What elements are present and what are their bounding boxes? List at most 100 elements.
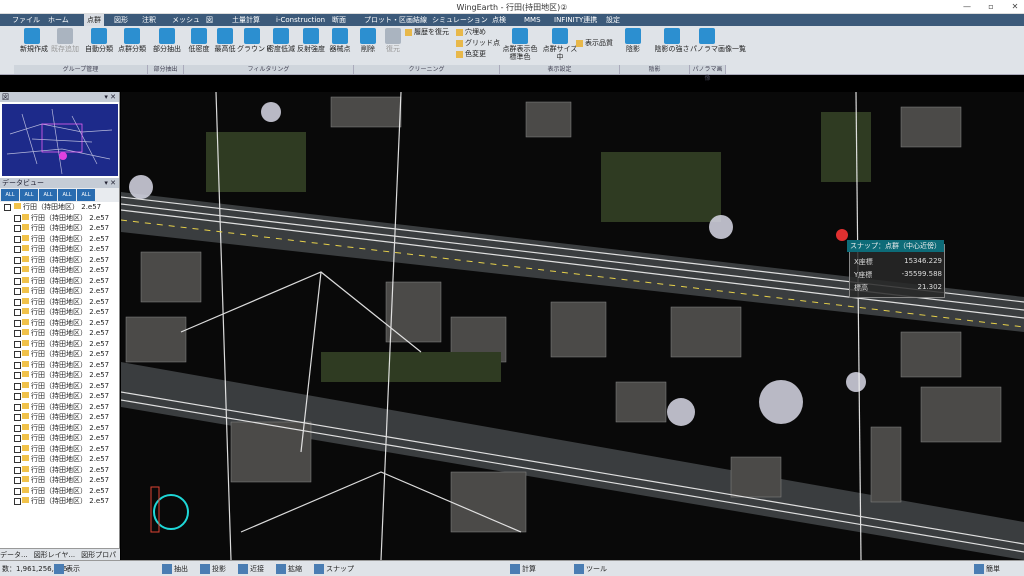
status-item[interactable]: 簡単 [986, 563, 1000, 575]
status-item[interactable]: 抽出 [174, 563, 188, 575]
toolbar-all-button[interactable]: ALL [1, 189, 19, 201]
ribbon-small-button[interactable]: 表示品質 [576, 39, 613, 48]
checkbox[interactable] [14, 309, 21, 316]
tree-item[interactable]: 行田（持田地区） 2.e57 [0, 234, 119, 245]
checkbox[interactable] [14, 288, 21, 295]
tree-item[interactable]: 行田（持田地区） 2.e57 [0, 349, 119, 360]
tree-item[interactable]: 行田（持田地区） 2.e57 [0, 391, 119, 402]
checkbox[interactable] [14, 214, 21, 222]
status-item[interactable]: 計算 [522, 563, 536, 575]
checkbox[interactable] [14, 277, 21, 285]
panel-pin-icon[interactable]: ▾ ✕ [104, 92, 116, 102]
menu-item[interactable]: i-Construction [276, 14, 325, 26]
checkbox[interactable] [14, 235, 21, 243]
menu-item[interactable]: 図形 [114, 14, 128, 26]
menu-item[interactable]: シミュレーション [432, 14, 488, 26]
menu-item[interactable]: プロット・区画結線 [364, 14, 427, 26]
tree-item[interactable]: 行田（持田地区） 2.e57 [0, 255, 119, 266]
panel-pin-icon[interactable]: ▾ ✕ [104, 178, 116, 188]
checkbox[interactable] [14, 445, 21, 453]
tree-item[interactable]: 行田（持田地区） 2.e57 [0, 265, 119, 276]
menu-item[interactable]: 図 [206, 14, 213, 26]
ribbon-button[interactable]: グラウンド [237, 28, 272, 53]
status-item[interactable]: スナップ [326, 563, 354, 575]
ribbon-small-button[interactable]: 履歴を復元 [405, 28, 449, 37]
ribbon-button[interactable]: 新規作成 [20, 28, 48, 53]
ribbon-small-button[interactable]: グリッド点 [456, 39, 500, 48]
status-icon[interactable] [200, 564, 210, 574]
panel-tab[interactable]: 図形レイヤ... [34, 551, 75, 559]
ribbon-button[interactable]: 点群表示色 標準色 [500, 28, 540, 61]
menu-item[interactable]: 点群 [84, 14, 104, 26]
tree-item[interactable]: 行田（持田地区） 2.e57 [0, 360, 119, 371]
status-icon[interactable] [238, 564, 248, 574]
checkbox[interactable] [14, 330, 21, 337]
status-icon[interactable] [974, 564, 984, 574]
checkbox[interactable] [14, 487, 21, 495]
tree-item[interactable]: 行田（持田地区） 2.e57 [0, 465, 119, 476]
tree-item[interactable]: 行田（持田地区） 2.e57 [0, 244, 119, 255]
ribbon-button[interactable]: 復元 [381, 28, 405, 53]
status-icon[interactable] [54, 564, 64, 574]
menu-item[interactable]: 設定 [606, 14, 620, 26]
ribbon-button[interactable]: パノラマ画像一覧 [690, 28, 746, 53]
toolbar-all-button[interactable]: ALL [58, 189, 76, 201]
tree-item[interactable]: 行田（持田地区） 2.e57 [0, 213, 119, 224]
status-icon[interactable] [574, 564, 584, 574]
checkbox[interactable] [14, 414, 21, 421]
checkbox[interactable] [14, 403, 21, 411]
checkbox[interactable] [14, 393, 21, 400]
ribbon-button[interactable]: 自動分類 [84, 28, 114, 53]
checkbox[interactable] [14, 424, 21, 432]
pointcloud-viewport[interactable]: スナップ：点群（中心近傍） X座標 15346.229 Y座標 -35599.588… [121, 92, 1024, 560]
ribbon-button[interactable]: 削除 [356, 28, 380, 53]
tree-item[interactable]: 行田（持田地区） 2.e57 [0, 339, 119, 350]
tree-item[interactable]: 行田（持田地区） 2.e57 [0, 402, 119, 413]
ribbon-button[interactable]: 点群サイズ中 [541, 28, 579, 61]
ribbon-button[interactable]: 陰影の強さ [652, 28, 692, 53]
status-icon[interactable] [276, 564, 286, 574]
menu-item[interactable]: 断面 [332, 14, 346, 26]
checkbox[interactable] [4, 204, 11, 211]
checkbox[interactable] [14, 351, 21, 358]
checkbox[interactable] [14, 298, 21, 306]
tree-item[interactable]: 行田（持田地区） 2.e57 [0, 412, 119, 423]
ribbon-button[interactable]: 部分抽出 [152, 28, 182, 53]
tree-item[interactable]: 行田（持田地区） 2.e57 [0, 297, 119, 308]
menu-item[interactable]: MMS [524, 14, 541, 26]
tree-item[interactable]: 行田（持田地区） 2.e57 [0, 486, 119, 497]
tree-item[interactable]: 行田（持田地区） 2.e57 [0, 223, 119, 234]
status-icon[interactable] [162, 564, 172, 574]
ribbon-button[interactable]: 密度低減 [266, 28, 296, 53]
ribbon-button[interactable]: 器械点 [327, 28, 353, 53]
tree-item[interactable]: 行田（持田地区） 2.e57 [0, 286, 119, 297]
panel-tab[interactable]: データ... [0, 551, 28, 559]
status-item[interactable]: 拡縮 [288, 563, 302, 575]
tree-item[interactable]: 行田（持田地区） 2.e57 [0, 496, 119, 507]
overview-map[interactable] [2, 104, 118, 176]
checkbox[interactable] [14, 225, 21, 232]
ribbon-button[interactable]: 低密度 [186, 28, 212, 53]
toolbar-all-button[interactable]: ALL [39, 189, 57, 201]
checkbox[interactable] [14, 382, 21, 390]
menu-item[interactable]: メッシュ [172, 14, 200, 26]
menu-item[interactable]: 土量計算 [232, 14, 260, 26]
tree-item[interactable]: 行田（持田地区） 2.e57 [0, 433, 119, 444]
checkbox[interactable] [14, 435, 21, 442]
menu-item[interactable]: ホーム [48, 14, 69, 26]
status-icon[interactable] [510, 564, 520, 574]
close-button[interactable]: ✕ [1008, 1, 1022, 13]
checkbox[interactable] [14, 246, 21, 253]
tree-item[interactable]: 行田（持田地区） 2.e57 [0, 444, 119, 455]
checkbox[interactable] [14, 466, 21, 474]
tree-item[interactable]: 行田（持田地区） 2.e57 [0, 475, 119, 486]
menu-item[interactable]: ファイル [12, 14, 40, 26]
ribbon-button[interactable]: 既存追加 [50, 28, 80, 53]
status-icon[interactable] [314, 564, 324, 574]
checkbox[interactable] [14, 267, 21, 274]
minimize-button[interactable]: — [960, 1, 974, 13]
menu-item[interactable]: INFINITY連携 [554, 14, 597, 26]
tree-item[interactable]: 行田（持田地区） 2.e57 [0, 318, 119, 329]
menu-item[interactable]: 点検 [492, 14, 506, 26]
status-item[interactable]: 近接 [250, 563, 264, 575]
